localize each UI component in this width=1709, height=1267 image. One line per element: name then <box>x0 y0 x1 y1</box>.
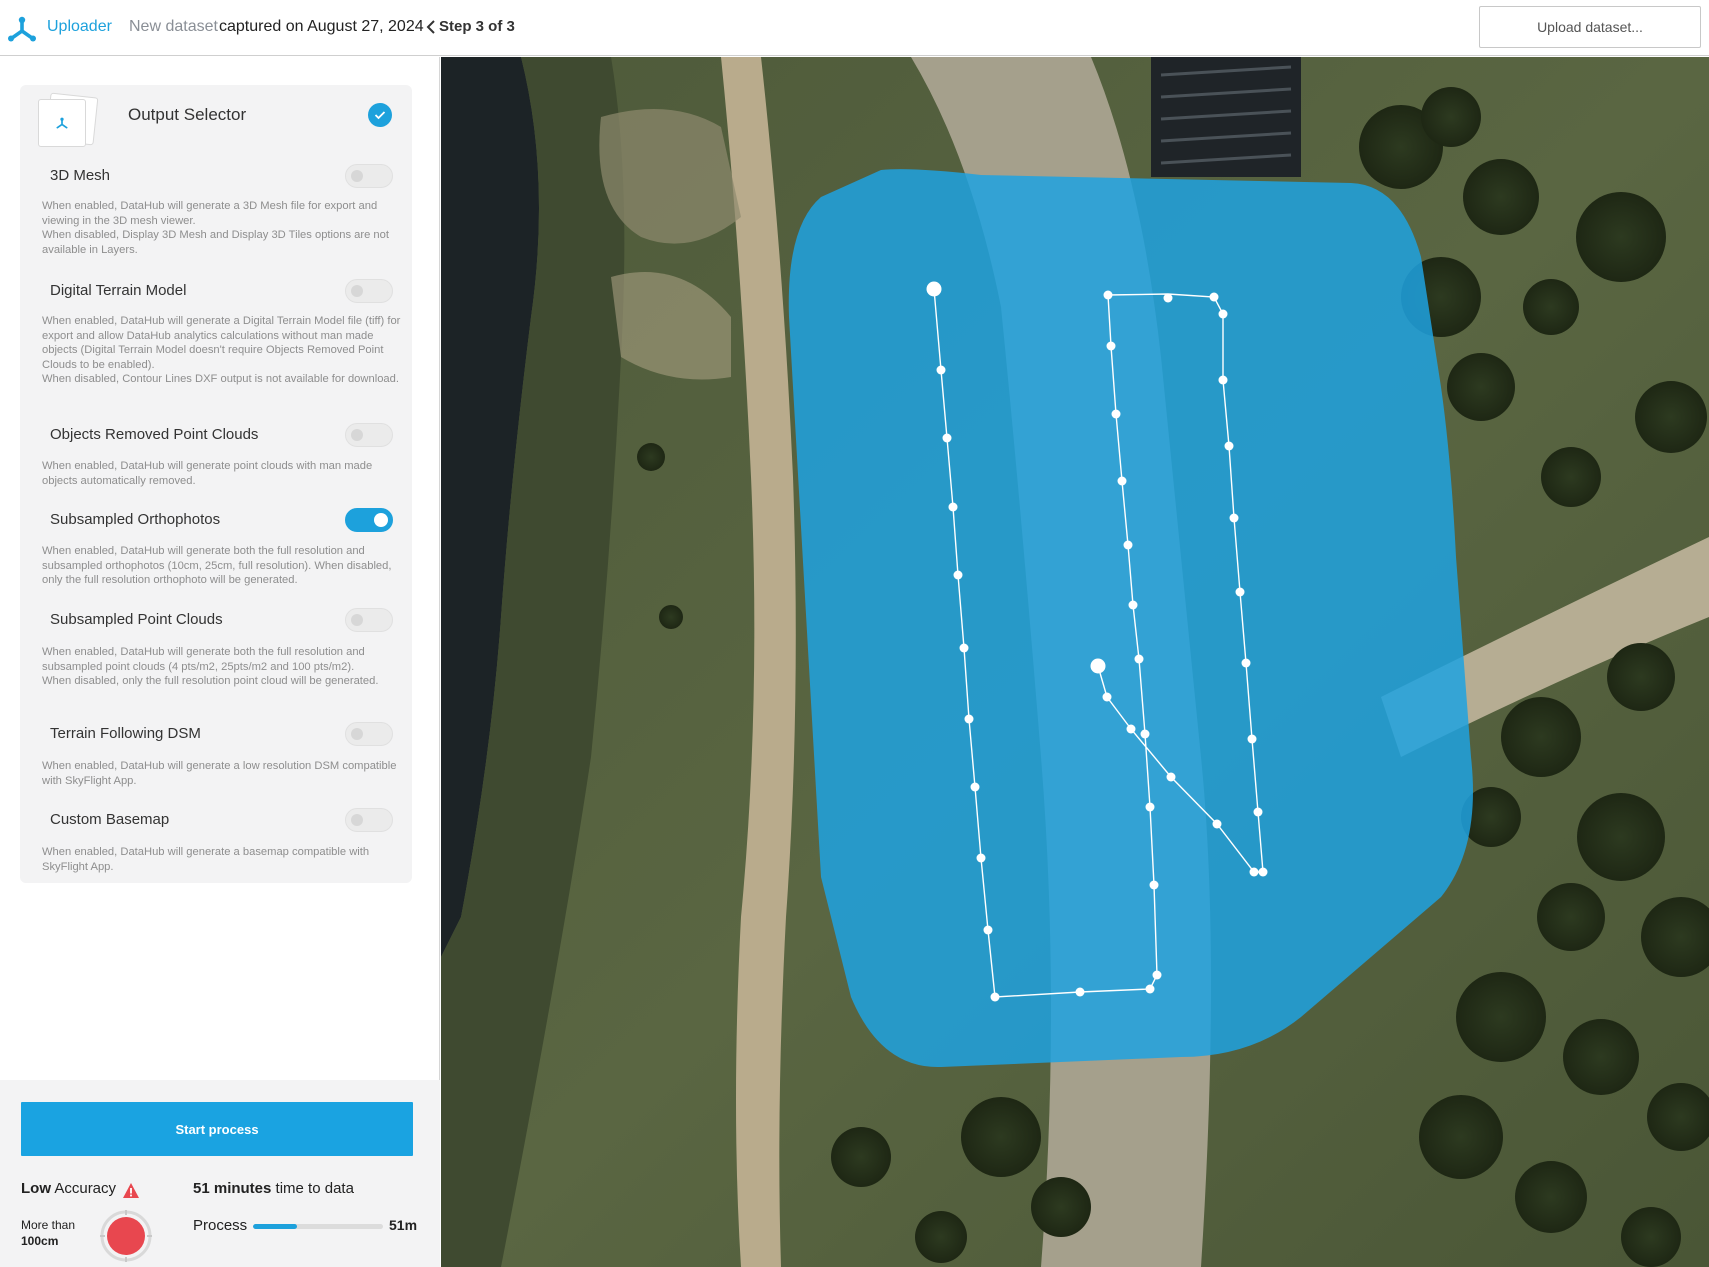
option-subsampled-pc-description: When enabled, DataHub will generate both… <box>42 646 379 688</box>
output-selector-icon <box>36 92 100 149</box>
accuracy-label: Low Accuracy <box>21 1180 117 1197</box>
option-terrain-dsm-label: Terrain Following DSM <box>50 725 201 742</box>
time-to-data: 51 minutes time to data <box>193 1180 354 1197</box>
toggle-dtm[interactable] <box>345 279 393 303</box>
process-progress-fill <box>253 1224 298 1229</box>
check-icon[interactable] <box>368 103 392 127</box>
chevron-left-icon[interactable] <box>424 17 438 37</box>
top-bar: Uploader New dataset captured on August … <box>0 0 1709 56</box>
captured-date: captured on August 27, 2024 <box>219 18 424 35</box>
process-label: Process <box>193 1217 248 1234</box>
warning-icon <box>123 1183 139 1198</box>
option-dtm-label: Digital Terrain Model <box>50 282 187 299</box>
accuracy-gauge-icon <box>100 1210 152 1262</box>
uploader-logo-icon <box>8 16 36 42</box>
option-objects-removed-label: Objects Removed Point Clouds <box>50 426 259 443</box>
process-progress-bar <box>253 1224 383 1229</box>
option-objects-removed-description: When enabled, DataHub will generate poin… <box>42 460 373 487</box>
option-subsampled-pc-label: Subsampled Point Clouds <box>50 611 223 628</box>
solar-panels <box>1151 57 1301 177</box>
toggle-3d-mesh[interactable] <box>345 164 393 188</box>
left-panel: Output Selector 3D Mesh When enabled, Da… <box>0 57 440 1267</box>
dataset-label[interactable]: New dataset <box>129 18 218 36</box>
step-indicator: Step 3 of 3 <box>439 18 515 35</box>
process-footer: Start process Low Accuracy More than 100… <box>0 1080 440 1267</box>
option-dtm-description: When enabled, DataHub will generate a Di… <box>42 315 401 386</box>
toggle-subsampled-ortho[interactable] <box>345 508 393 532</box>
start-process-button[interactable]: Start process <box>21 1102 413 1156</box>
toggle-terrain-dsm[interactable] <box>345 722 393 746</box>
map-view[interactable] <box>441 57 1709 1267</box>
satellite-map[interactable] <box>441 57 1709 1267</box>
process-duration: 51m <box>389 1217 418 1233</box>
app-name[interactable]: Uploader <box>47 18 112 36</box>
toggle-custom-basemap[interactable] <box>345 808 393 832</box>
coverage-area[interactable] <box>788 169 1473 1068</box>
option-3d-mesh-label: 3D Mesh <box>50 167 111 184</box>
option-subsampled-ortho-label: Subsampled Orthophotos <box>50 511 221 528</box>
option-terrain-dsm-description: When enabled, DataHub will generate a lo… <box>42 760 397 787</box>
option-custom-basemap-label: Custom Basemap <box>50 811 170 828</box>
accuracy-range: More than 100cm <box>21 1218 76 1248</box>
output-selector-title: Output Selector <box>128 105 247 124</box>
toggle-objects-removed[interactable] <box>345 423 393 447</box>
brand-mini-icon <box>56 117 68 129</box>
option-3d-mesh-description: When enabled, DataHub will generate a 3D… <box>42 200 389 256</box>
option-custom-basemap-description: When enabled, DataHub will generate a ba… <box>42 846 370 873</box>
upload-dataset-button[interactable]: Upload dataset... <box>1479 6 1701 48</box>
option-subsampled-ortho-description: When enabled, DataHub will generate both… <box>42 545 392 587</box>
output-selector-card: Output Selector 3D Mesh When enabled, Da… <box>20 85 412 883</box>
toggle-subsampled-pc[interactable] <box>345 608 393 632</box>
